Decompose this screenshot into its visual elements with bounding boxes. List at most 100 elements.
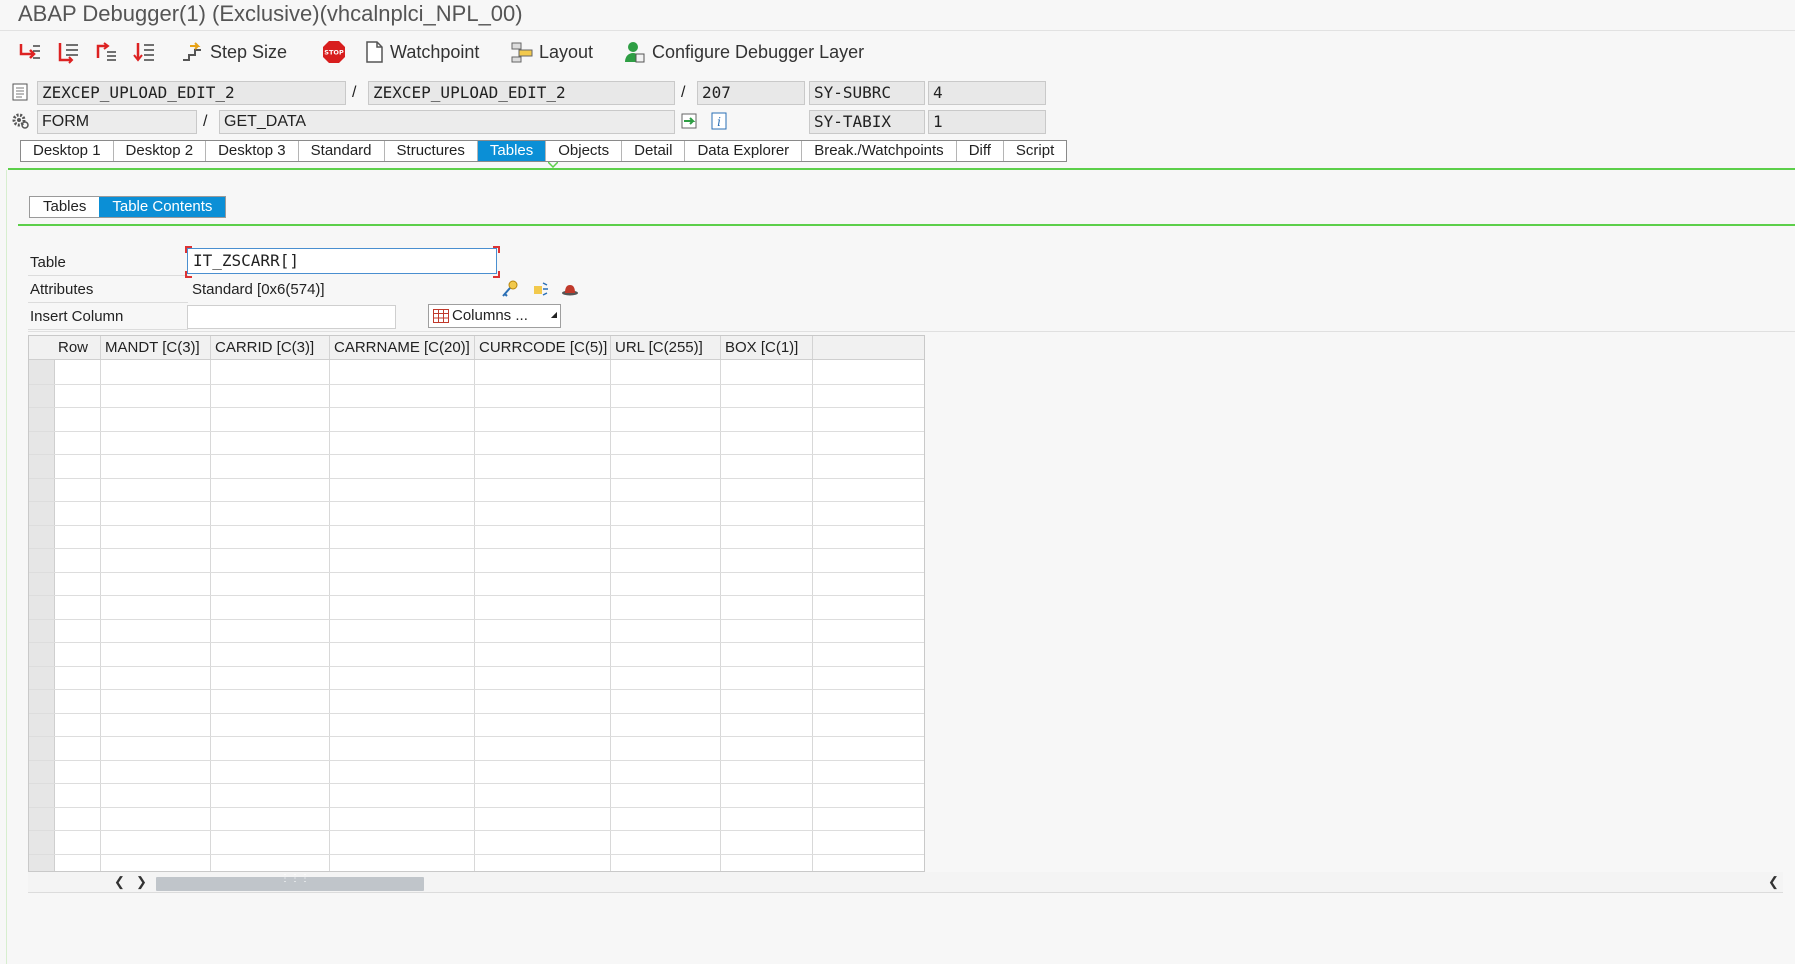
column-divider bbox=[474, 360, 475, 871]
sysvar2-name: SY-TABIX bbox=[809, 110, 925, 134]
tab-diff[interactable]: Diff bbox=[957, 141, 1004, 161]
column-header[interactable]: CARRNAME [C(20)] bbox=[330, 336, 475, 359]
field-corner-marker bbox=[493, 271, 500, 278]
edit-table-icon[interactable] bbox=[530, 279, 550, 299]
separator: / bbox=[681, 84, 686, 101]
column-header[interactable]: BOX [C(1)] bbox=[721, 336, 813, 359]
column-header[interactable]: CARRID [C(3)] bbox=[211, 336, 330, 359]
tab-break-watchpoints[interactable]: Break./Watchpoints bbox=[802, 141, 957, 161]
scroll-left-icon[interactable]: ❮ bbox=[114, 874, 125, 890]
watchpoint-label[interactable]: Watchpoint bbox=[390, 40, 479, 64]
grid-header-row: Row MANDT [C(3)] CARRID [C(3)] CARRNAME [C(… bbox=[29, 336, 924, 360]
table-row bbox=[29, 525, 924, 526]
field-corner-marker bbox=[185, 271, 192, 278]
table-row bbox=[29, 689, 924, 690]
hat-icon[interactable] bbox=[560, 279, 580, 299]
table-row bbox=[29, 619, 924, 620]
step-size-label[interactable]: Step Size bbox=[210, 40, 287, 64]
tab-structures[interactable]: Structures bbox=[385, 141, 478, 161]
columns-button-label: Columns ... bbox=[452, 307, 528, 324]
gear-icon bbox=[12, 113, 29, 129]
table-row bbox=[29, 666, 924, 667]
navigate-source-icon[interactable] bbox=[680, 112, 698, 130]
table-row bbox=[29, 548, 924, 549]
field-corner-marker bbox=[185, 246, 192, 253]
dropdown-corner-icon: ◢ bbox=[550, 310, 557, 319]
return-icon[interactable] bbox=[94, 40, 118, 64]
horizontal-scrollbar[interactable]: ❮ ❯ ⋮⋮⋮ ❮ bbox=[28, 872, 1783, 893]
subtab-tables[interactable]: Tables bbox=[30, 197, 99, 217]
layout-label[interactable]: Layout bbox=[539, 40, 593, 64]
field-corner-marker bbox=[493, 246, 500, 253]
info-icon[interactable]: i bbox=[710, 112, 728, 130]
line-field: 207 bbox=[697, 81, 805, 105]
column-header[interactable]: URL [C(255)] bbox=[611, 336, 721, 359]
divider bbox=[28, 302, 188, 303]
table-row bbox=[29, 713, 924, 714]
svg-text:i: i bbox=[717, 115, 721, 129]
left-border-line bbox=[6, 170, 7, 964]
program-icon bbox=[12, 83, 28, 101]
table-row bbox=[29, 760, 924, 761]
table-row bbox=[29, 807, 924, 808]
execute-step-icon[interactable] bbox=[56, 40, 80, 64]
subtab-table-contents[interactable]: Table Contents bbox=[99, 197, 226, 217]
table-row bbox=[29, 501, 924, 502]
divider bbox=[28, 329, 188, 330]
sysvar2-value: 1 bbox=[928, 110, 1046, 134]
table-icon bbox=[433, 309, 449, 323]
sysvar1-name: SY-SUBRC bbox=[809, 81, 925, 105]
attributes-label: Attributes bbox=[30, 281, 94, 298]
divider bbox=[28, 275, 188, 276]
insert-column-label: Insert Column bbox=[30, 308, 124, 325]
column-divider bbox=[100, 360, 101, 871]
stop-text: STOP bbox=[324, 49, 344, 57]
layout-icon[interactable] bbox=[510, 40, 534, 64]
tab-objects[interactable]: Objects bbox=[546, 141, 623, 161]
main-tab-strip: Desktop 1 Desktop 2 Desktop 3 Standard Struc… bbox=[20, 140, 1068, 162]
tab-detail[interactable]: Detail bbox=[622, 141, 686, 161]
include-field: ZEXCEP_UPLOAD_EDIT_2 bbox=[368, 81, 675, 105]
tab-desktop-2[interactable]: Desktop 2 bbox=[114, 141, 207, 161]
column-divider bbox=[610, 360, 611, 871]
insert-column-input[interactable] bbox=[187, 305, 396, 329]
tab-standard[interactable]: Standard bbox=[299, 141, 385, 161]
scroll-far-left-icon[interactable]: ❮ bbox=[1768, 874, 1779, 890]
continue-icon[interactable] bbox=[132, 40, 156, 64]
table-contents-grid: Row MANDT [C(3)] CARRID [C(3)] CARRNAME [C(… bbox=[28, 335, 925, 872]
stop-icon[interactable]: STOP bbox=[322, 40, 346, 64]
step-size-icon[interactable] bbox=[180, 40, 204, 64]
tab-desktop-3[interactable]: Desktop 3 bbox=[206, 141, 299, 161]
key-icon[interactable] bbox=[500, 279, 520, 299]
column-header[interactable]: MANDT [C(3)] bbox=[101, 336, 211, 359]
table-row bbox=[29, 595, 924, 596]
column-header[interactable]: CURRCODE [C(5)] bbox=[475, 336, 611, 359]
sysvar1-value: 4 bbox=[928, 81, 1046, 105]
table-name-input[interactable]: IT_ZSCARR[] bbox=[187, 248, 497, 274]
configure-layer-icon[interactable] bbox=[622, 40, 646, 64]
row-selector-column[interactable] bbox=[29, 360, 55, 871]
watchpoint-icon[interactable] bbox=[362, 40, 386, 64]
single-step-icon[interactable] bbox=[18, 40, 42, 64]
event-field: GET_DATA bbox=[219, 110, 675, 134]
tab-script[interactable]: Script bbox=[1004, 141, 1066, 161]
configure-layer-label[interactable]: Configure Debugger Layer bbox=[652, 40, 864, 64]
column-header[interactable]: Row bbox=[54, 336, 101, 359]
table-row bbox=[29, 830, 924, 831]
columns-button[interactable]: Columns ... ◢ bbox=[428, 304, 561, 328]
divider bbox=[28, 331, 1795, 332]
tab-tables[interactable]: Tables bbox=[477, 141, 547, 161]
table-row bbox=[29, 384, 924, 385]
scroll-right-icon[interactable]: ❯ bbox=[136, 874, 147, 890]
table-row bbox=[29, 572, 924, 573]
tab-desktop-1[interactable]: Desktop 1 bbox=[21, 141, 114, 161]
table-row bbox=[29, 478, 924, 479]
tab-data-explorer[interactable]: Data Explorer bbox=[685, 141, 803, 161]
table-row bbox=[29, 454, 924, 455]
title-divider bbox=[0, 30, 1795, 31]
scrollbar-thumb[interactable]: ⋮⋮⋮ bbox=[156, 873, 424, 891]
column-divider bbox=[210, 360, 211, 871]
window-title: ABAP Debugger(1) (Exclusive)(vhcalnplci_… bbox=[18, 1, 523, 26]
column-divider bbox=[720, 360, 721, 871]
separator: / bbox=[203, 113, 208, 130]
